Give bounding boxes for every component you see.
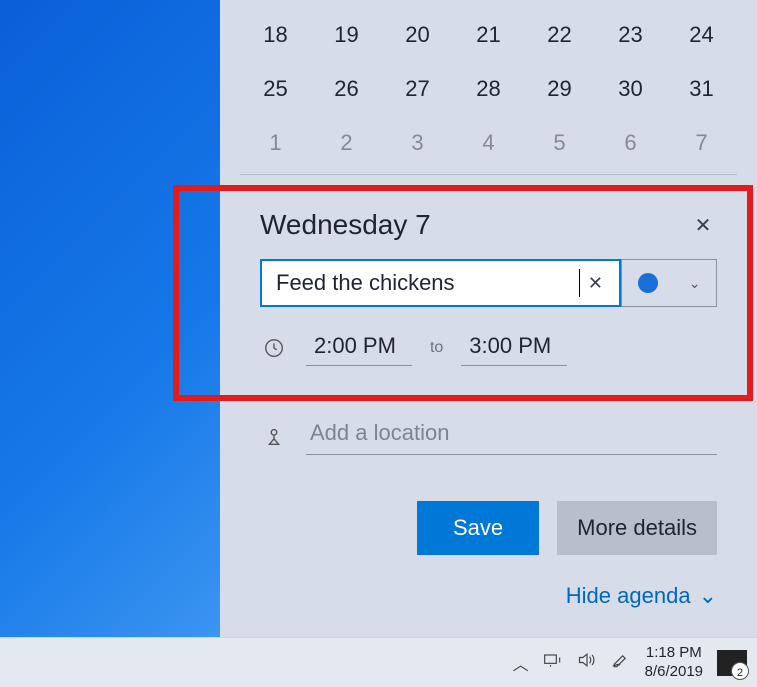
tray-overflow-icon[interactable]: ︿ [513, 651, 529, 675]
system-tray: ︿ [513, 651, 631, 675]
start-time-field[interactable]: 2:00 PM [306, 329, 412, 366]
calendar-day-next-month[interactable]: 1 [240, 130, 311, 156]
taskbar-time: 1:18 PM [645, 644, 703, 663]
calendar-day-next-month[interactable]: 7 [666, 130, 737, 156]
calendar-day[interactable]: 30 [595, 76, 666, 102]
end-time-field[interactable]: 3:00 PM [461, 329, 567, 366]
calendar-day[interactable]: 26 [311, 76, 382, 102]
action-center-icon[interactable]: 2 [717, 650, 747, 676]
calendar-day[interactable]: 31 [666, 76, 737, 102]
save-button[interactable]: Save [417, 501, 539, 555]
calendar-day[interactable]: 22 [524, 22, 595, 48]
quick-event-form: Wednesday 7 ✕ ✕ ⌄ 2:00 PM to 3:00 PM [240, 175, 737, 609]
calendar-day[interactable]: 20 [382, 22, 453, 48]
calendar-day-next-month[interactable]: 5 [524, 130, 595, 156]
calendar-day[interactable]: 29 [524, 76, 595, 102]
hide-agenda-link[interactable]: Hide agenda ⌄ [260, 583, 717, 609]
calendar-color-dropdown[interactable]: ⌄ [621, 259, 717, 307]
location-icon [260, 425, 288, 447]
more-details-button[interactable]: More details [557, 501, 717, 555]
taskbar-date: 8/6/2019 [645, 663, 703, 682]
chevron-down-icon: ⌄ [699, 583, 717, 609]
volume-icon[interactable] [577, 652, 597, 673]
calendar-day-next-month[interactable]: 2 [311, 130, 382, 156]
calendar-day[interactable]: 21 [453, 22, 524, 48]
calendar-color-dot-icon [638, 273, 658, 293]
calendar-day[interactable]: 24 [666, 22, 737, 48]
calendar-grid: 18 19 20 21 22 23 24 25 26 27 28 29 30 3… [240, 0, 737, 156]
ink-workspace-icon[interactable] [611, 652, 631, 673]
calendar-day[interactable]: 28 [453, 76, 524, 102]
taskbar-clock[interactable]: 1:18 PM 8/6/2019 [645, 644, 703, 682]
network-icon[interactable] [543, 652, 563, 673]
calendar-day-next-month[interactable]: 3 [382, 130, 453, 156]
clear-text-icon[interactable]: ✕ [580, 273, 611, 294]
notification-badge: 2 [732, 667, 748, 679]
calendar-day[interactable]: 18 [240, 22, 311, 48]
event-name-input[interactable] [276, 270, 578, 296]
to-label: to [430, 339, 443, 357]
close-icon[interactable]: ✕ [689, 211, 717, 239]
calendar-day[interactable]: 19 [311, 22, 382, 48]
chevron-down-icon: ⌄ [689, 275, 701, 292]
clock-icon [260, 337, 288, 359]
desktop-wallpaper-strip [0, 0, 220, 637]
calendar-day-next-month[interactable]: 4 [453, 130, 524, 156]
calendar-day-next-month[interactable]: 6 [595, 130, 666, 156]
calendar-day[interactable]: 25 [240, 76, 311, 102]
event-name-field-wrap[interactable]: ✕ [260, 259, 621, 307]
calendar-day[interactable]: 23 [595, 22, 666, 48]
location-input[interactable] [306, 416, 717, 455]
hide-agenda-label: Hide agenda [566, 583, 691, 609]
taskbar: ︿ 1:18 PM 8/6/2019 2 [0, 637, 757, 687]
calendar-flyout: 18 19 20 21 22 23 24 25 26 27 28 29 30 3… [220, 0, 757, 637]
event-day-title: Wednesday 7 [260, 209, 431, 241]
calendar-day[interactable]: 27 [382, 76, 453, 102]
